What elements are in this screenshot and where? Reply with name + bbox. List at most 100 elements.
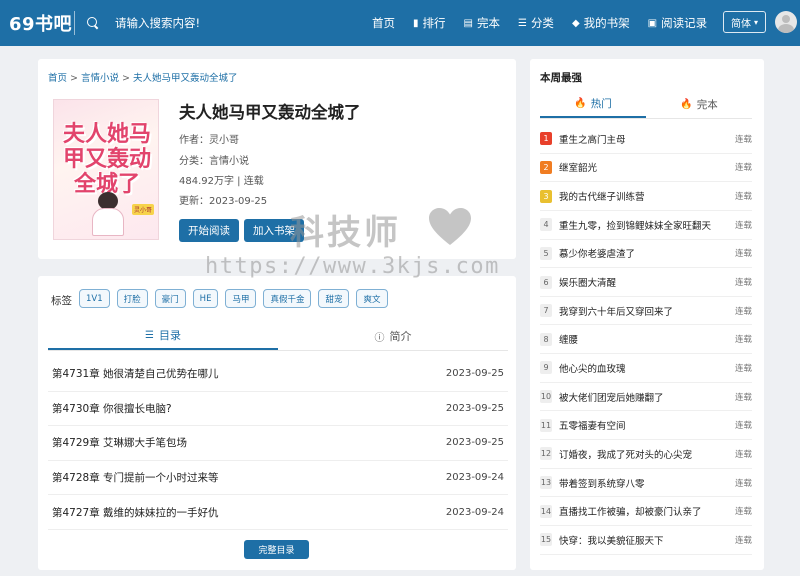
chapter-row[interactable]: 第4730章 你很擅长电脑? 2023-09-25: [48, 392, 508, 427]
tab-intro[interactable]: ⓘ 简介: [278, 322, 508, 350]
list-icon: ☰: [145, 329, 154, 341]
rank-title[interactable]: 直播找工作被骗，却被豪门认亲了: [559, 504, 735, 518]
rank-title[interactable]: 缠腰: [559, 332, 735, 346]
rank-status: 连载: [734, 335, 752, 346]
chapter-row[interactable]: 第4728章 专门提前一个小时过来等 2023-09-24: [48, 461, 508, 496]
rank-title[interactable]: 带着签到系统穿八零: [559, 476, 735, 490]
chapter-row[interactable]: 第4729章 艾琳娜大手笔包场 2023-09-25: [48, 426, 508, 461]
main-nav: 首页 ▮ 排行 ▤ 完本 ☰ 分类 ◆ 我的书架 ▣ 阅读记录: [372, 0, 725, 46]
nav-category[interactable]: ☰ 分类: [518, 15, 554, 31]
tab-intro-label: 简介: [389, 330, 412, 343]
book-updated: 更新：2023-09-25: [179, 196, 268, 207]
ranking-row[interactable]: 1 重生之高门主母 连载: [540, 125, 752, 154]
rank-number: 3: [540, 189, 552, 203]
rank-title[interactable]: 快穿：我以美貌征服天下: [559, 533, 735, 547]
rank-status: 连载: [734, 507, 752, 518]
chapter-title[interactable]: 第4729章 艾琳娜大手笔包场: [52, 435, 187, 450]
rank-title[interactable]: 慕少你老婆虐渣了: [559, 246, 735, 260]
tag-item[interactable]: HE: [192, 289, 219, 308]
book-cover[interactable]: 夫人她马甲又轰动全城了 灵小哥: [53, 99, 159, 240]
rank-title[interactable]: 继室韶光: [559, 160, 735, 174]
book-icon: ▤: [463, 17, 473, 29]
watermark-url: https://www.3kjs.com: [205, 254, 500, 279]
rank-title[interactable]: 五零福妻有空间: [559, 418, 735, 432]
rank-number: 1: [540, 132, 552, 146]
chapter-row[interactable]: 第4731章 她很清楚自己优势在哪儿 2023-09-25: [48, 357, 508, 392]
chapter-title[interactable]: 第4731章 她很清楚自己优势在哪儿: [52, 366, 219, 381]
rank-title[interactable]: 重生之高门主母: [559, 132, 735, 146]
rank-title[interactable]: 被大佬们团宠后她赚翻了: [559, 390, 735, 404]
tag-item[interactable]: 打脸: [116, 289, 148, 308]
nav-bookshelf[interactable]: ◆ 我的书架: [572, 15, 630, 31]
tag-item[interactable]: 马甲: [225, 289, 257, 308]
rank-status: 连载: [734, 392, 752, 403]
ranking-row[interactable]: 4 重生九零，捡到锦鲤妹妹全家旺翻天 连载: [540, 211, 752, 240]
site-logo[interactable]: 69书吧: [0, 10, 74, 36]
rank-status: 连载: [734, 220, 752, 231]
tab-complete-label: 完本: [696, 99, 718, 111]
rank-title[interactable]: 娱乐圈大清醒: [559, 275, 735, 289]
chapter-date: 2023-09-25: [445, 402, 504, 414]
ranking-row[interactable]: 6 娱乐圈大清醒 连载: [540, 268, 752, 297]
start-reading-button[interactable]: 开始阅读: [179, 219, 239, 242]
full-catalog-button[interactable]: 完整目录: [244, 540, 309, 559]
chapter-title[interactable]: 第4730章 你很擅长电脑?: [52, 401, 172, 416]
breadcrumb-book[interactable]: 夫人她马甲又轰动全城了: [133, 73, 238, 84]
chapter-title[interactable]: 第4728章 专门提前一个小时过来等: [52, 470, 219, 485]
rank-title[interactable]: 订婚夜，我成了死对头的心尖宠: [559, 447, 735, 461]
nav-history[interactable]: ▣ 阅读记录: [648, 15, 707, 31]
tag-list: 1V1 打脸 豪门 HE 马甲 真假千金 甜宠 爽文: [79, 289, 395, 308]
cover-title: 夫人她马甲又轰动全城了: [62, 122, 151, 197]
nav-bookshelf-label: 我的书架: [583, 16, 630, 30]
ranking-row[interactable]: 13 带着签到系统穿八零 连载: [540, 469, 752, 498]
rank-number: 2: [540, 160, 552, 174]
rank-title[interactable]: 重生九零，捡到锦鲤妹妹全家旺翻天: [559, 218, 735, 232]
ranking-row[interactable]: 15 快穿：我以美貌征服天下 连载: [540, 526, 752, 555]
rank-number: 11: [540, 418, 552, 432]
breadcrumb-category[interactable]: 言情小说: [81, 73, 119, 84]
ranking-row[interactable]: 12 订婚夜，我成了死对头的心尖宠 连载: [540, 440, 752, 469]
tag-item[interactable]: 爽文: [356, 289, 388, 308]
rank-title[interactable]: 我的古代继子训练营: [559, 189, 735, 203]
language-value: 简体: [730, 18, 751, 30]
nav-complete[interactable]: ▤ 完本: [464, 15, 500, 31]
tag-item[interactable]: 甜宠: [318, 289, 350, 308]
ranking-row[interactable]: 14 直播找工作被骗，却被豪门认亲了 连载: [540, 497, 752, 526]
rank-title[interactable]: 我穿到六十年后又穿回来了: [559, 304, 735, 318]
ranking-row[interactable]: 5 慕少你老婆虐渣了 连载: [540, 240, 752, 269]
weekly-ranking-card: 本周最强 🔥 热门 🔥 完本 1 重生之高门主母连载 2 继室韶光连载 3 我的古代继子训…: [530, 59, 764, 570]
user-avatar[interactable]: [775, 11, 797, 33]
rank-status: 连载: [734, 449, 752, 460]
cover-author-tag: 灵小哥: [132, 204, 155, 215]
breadcrumb-home[interactable]: 首页: [48, 73, 67, 84]
rank-number: 10: [540, 390, 552, 404]
ranking-row[interactable]: 9 他心尖的血玫瑰 连载: [540, 354, 752, 383]
ranking-row[interactable]: 2 继室韶光 连载: [540, 154, 752, 183]
tag-item[interactable]: 豪门: [154, 289, 186, 308]
nav-home[interactable]: 首页: [372, 15, 395, 31]
tag-item[interactable]: 1V1: [79, 289, 110, 308]
book-category: 分类：言情小说: [179, 156, 249, 167]
ranking-row[interactable]: 10 被大佬们团宠后她赚翻了 连载: [540, 383, 752, 412]
chapter-row[interactable]: 第4727章 戴维的妹妹拉的一手好仇 2023-09-24: [48, 495, 508, 530]
tab-complete[interactable]: 🔥 完本: [646, 91, 752, 118]
tags-label: 标签: [51, 295, 72, 307]
chapter-date: 2023-09-25: [445, 437, 504, 449]
nav-ranking[interactable]: ▮ 排行: [413, 15, 446, 31]
ranking-row[interactable]: 11 五零福妻有空间 连载: [540, 411, 752, 441]
nav-home-label: 首页: [372, 16, 395, 30]
chapter-title[interactable]: 第4727章 戴维的妹妹拉的一手好仇: [52, 505, 219, 520]
search-icon[interactable]: [87, 17, 99, 29]
rank-number: 13: [540, 476, 552, 489]
ranking-row[interactable]: 3 我的古代继子训练营 连载: [540, 182, 752, 211]
search-input[interactable]: 请输入搜索内容!: [115, 15, 200, 31]
tag-item[interactable]: 真假千金: [263, 289, 312, 308]
ranking-row[interactable]: 8 缠腰 连载: [540, 325, 752, 355]
ranking-row[interactable]: 7 我穿到六十年后又穿回来了 连载: [540, 297, 752, 326]
rank-title[interactable]: 他心尖的血玫瑰: [559, 361, 735, 375]
tab-catalog[interactable]: ☰ 目录: [48, 322, 278, 350]
tab-hot[interactable]: 🔥 热门: [540, 91, 646, 118]
language-select[interactable]: 简体 ▾: [723, 11, 766, 33]
search-box[interactable]: 请输入搜索内容!: [87, 15, 337, 31]
sidebar-title: 本周最强: [540, 72, 582, 84]
